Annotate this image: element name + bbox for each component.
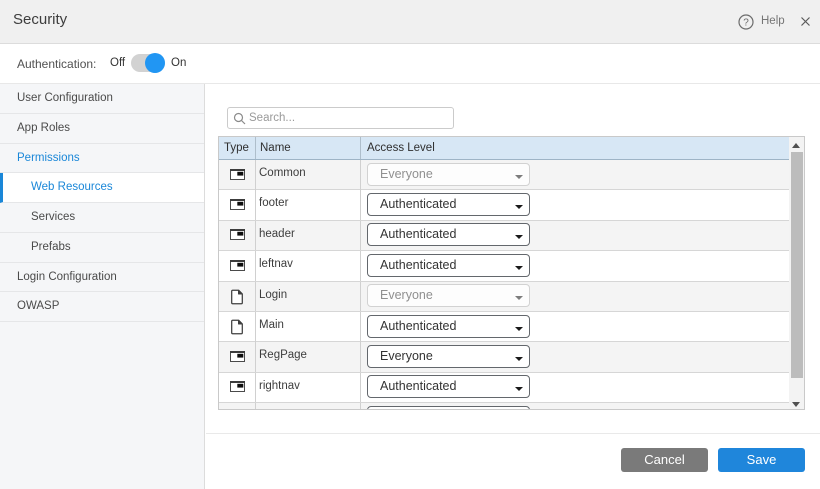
svg-text:?: ? [743,18,749,29]
